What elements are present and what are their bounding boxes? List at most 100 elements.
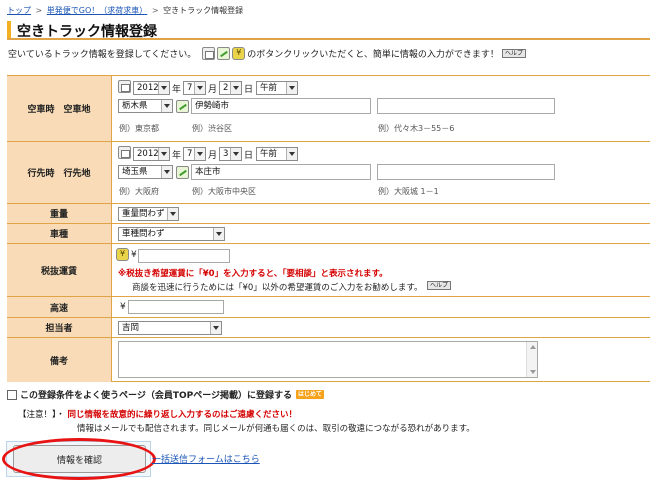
departure-pref-example: 例）東京都 (119, 124, 159, 133)
departure-month-select[interactable]: 7 (183, 81, 206, 95)
fare-help-button[interactable]: ヘルプ (427, 281, 452, 290)
vehicle-label: 車種 (7, 224, 112, 243)
bulk-form-link[interactable]: 一括送信フォームはこちら (152, 452, 260, 465)
month-unit: 月 (208, 151, 218, 161)
remarks-scrollbar[interactable] (526, 342, 537, 377)
breadcrumb-home-link[interactable]: トップ (7, 6, 31, 15)
intro-text-pre: 空いているトラック情報を登録してください。 (8, 50, 197, 60)
calendar-icon[interactable] (118, 80, 131, 93)
title-accent-bar (7, 21, 11, 38)
fare-note: 商談を迅速に行うためには「¥0」以外の希望運賃のご入力をお勧めします。 (132, 283, 423, 293)
destination-pref-value: 埼玉県 (122, 167, 148, 177)
destination-address-example: 例）大阪城 1－1 (378, 187, 439, 196)
staff-label: 担当者 (7, 318, 112, 337)
highway-currency: ¥ (120, 302, 126, 312)
intro-text: 空いているトラック情報を登録してください。 のボタンクリックいただくと、簡単に情… (8, 47, 526, 60)
submit-area: 情報を確認 (6, 441, 151, 477)
vehicle-value: 車種問わず (122, 229, 165, 239)
chevron-down-icon (167, 208, 178, 220)
destination-city-example: 例）大阪市中央区 (192, 187, 256, 196)
caution-message: 同じ情報を故意的に繰り返し入力するのはご遠慮ください！ (67, 410, 297, 420)
chevron-down-icon (194, 82, 205, 94)
yen-icon (232, 47, 246, 60)
destination-day-value: 3 (223, 149, 229, 159)
highway-label: 高速 (7, 297, 112, 317)
fare-input[interactable] (138, 249, 230, 263)
vehicle-select[interactable]: 車種問わず (118, 227, 225, 241)
month-unit: 月 (208, 85, 218, 95)
breadcrumb-separator: > (35, 6, 43, 15)
remarks-textarea[interactable] (118, 341, 538, 378)
weight-fields: 重量問わず (112, 204, 650, 223)
staff-select[interactable]: 吉岡 (118, 321, 222, 335)
destination-row: 行先時 行先地 2012 年 7 月 3 日 午前 埼玉県 本庄市 例）大阪府 … (7, 142, 650, 204)
chevron-down-icon (158, 82, 169, 94)
departure-row: 空車時 空車地 2012 年 7 月 2 日 午前 栃木県 伊勢崎市 例）東京都… (7, 76, 650, 142)
destination-pref-example: 例）大阪府 (119, 187, 159, 196)
fare-currency: ¥ (131, 250, 137, 260)
chevron-down-icon (161, 166, 172, 178)
registration-form: 空車時 空車地 2012 年 7 月 2 日 午前 栃木県 伊勢崎市 例）東京都… (7, 75, 650, 382)
chevron-down-icon (210, 322, 221, 334)
departure-address-example: 例）代々木3－55－6 (378, 124, 455, 133)
chevron-down-icon (230, 148, 241, 160)
destination-address-input[interactable] (377, 164, 555, 180)
vehicle-row: 車種 車種問わず (7, 224, 650, 244)
fare-warning: ※税抜き希望運賃に「¥0」を入力すると、「要相談」と表示されます。 (118, 269, 388, 279)
departure-city-input[interactable]: 伊勢崎市 (191, 98, 371, 114)
help-button[interactable]: ヘルプ (501, 49, 526, 58)
breadcrumb-separator: > (151, 6, 159, 15)
staff-fields: 吉岡 (112, 318, 650, 337)
confirm-button[interactable]: 情報を確認 (13, 445, 146, 473)
staff-row: 担当者 吉岡 (7, 318, 650, 338)
chevron-down-icon (286, 82, 297, 94)
weight-value: 重量問わず (122, 209, 165, 219)
chevron-down-icon (213, 228, 224, 240)
map-icon[interactable] (176, 166, 189, 179)
yen-icon[interactable] (116, 248, 129, 261)
destination-month-select[interactable]: 7 (183, 147, 206, 161)
map-icon (217, 47, 231, 60)
save-condition-label: この登録条件をよく使うページ（会員TOPページ掲載）に登録する (20, 391, 293, 401)
breadcrumb-current: 空きトラック情報登録 (163, 6, 244, 15)
destination-ampm-select[interactable]: 午前 (256, 147, 298, 161)
destination-label: 行先時 行先地 (7, 142, 112, 203)
destination-city-input[interactable]: 本庄市 (191, 164, 371, 180)
remarks-label: 備考 (7, 338, 112, 382)
destination-year-value: 2012 (137, 149, 159, 159)
chevron-down-icon (158, 148, 169, 160)
weight-select[interactable]: 重量問わず (118, 207, 179, 221)
map-icon[interactable] (176, 100, 189, 113)
intro-text-post: のボタンクリックいただくと、簡単に情報の入力ができます！ (247, 50, 499, 60)
highway-input[interactable] (128, 300, 224, 314)
destination-year-select[interactable]: 2012 (133, 147, 170, 161)
destination-ampm-value: 午前 (260, 149, 278, 159)
departure-day-value: 2 (223, 83, 229, 93)
destination-month-value: 7 (187, 149, 193, 159)
save-condition-checkbox[interactable] (7, 389, 17, 400)
departure-year-select[interactable]: 2012 (133, 81, 170, 95)
departure-pref-select[interactable]: 栃木県 (118, 99, 173, 113)
save-condition: この登録条件をよく使うページ（会員TOPページ掲載）に登録する はじめて (7, 388, 325, 401)
calendar-icon[interactable] (118, 146, 131, 159)
departure-address-input[interactable] (377, 98, 555, 114)
calendar-icon (202, 47, 216, 60)
destination-day-select[interactable]: 3 (219, 147, 242, 161)
weight-label: 重量 (7, 204, 112, 223)
chevron-down-icon (161, 100, 172, 112)
remarks-fields (112, 338, 650, 382)
year-unit: 年 (172, 151, 182, 161)
departure-ampm-select[interactable]: 午前 (256, 81, 298, 95)
breadcrumb-parent-link[interactable]: 単発便でGO！（求荷求車） (47, 6, 148, 15)
departure-year-value: 2012 (137, 83, 159, 93)
remarks-row: 備考 (7, 338, 650, 382)
vehicle-fields: 車種問わず (112, 224, 650, 243)
chevron-down-icon (286, 148, 297, 160)
page-title: 空きトラック情報登録 (17, 24, 157, 40)
year-unit: 年 (172, 85, 182, 95)
destination-pref-select[interactable]: 埼玉県 (118, 165, 173, 179)
departure-day-select[interactable]: 2 (219, 81, 242, 95)
destination-fields: 2012 年 7 月 3 日 午前 埼玉県 本庄市 例）大阪府 例）大阪市中央区… (112, 142, 650, 203)
departure-fields: 2012 年 7 月 2 日 午前 栃木県 伊勢崎市 例）東京都 例）渋谷区 例… (112, 76, 650, 141)
weight-row: 重量 重量問わず (7, 204, 650, 224)
